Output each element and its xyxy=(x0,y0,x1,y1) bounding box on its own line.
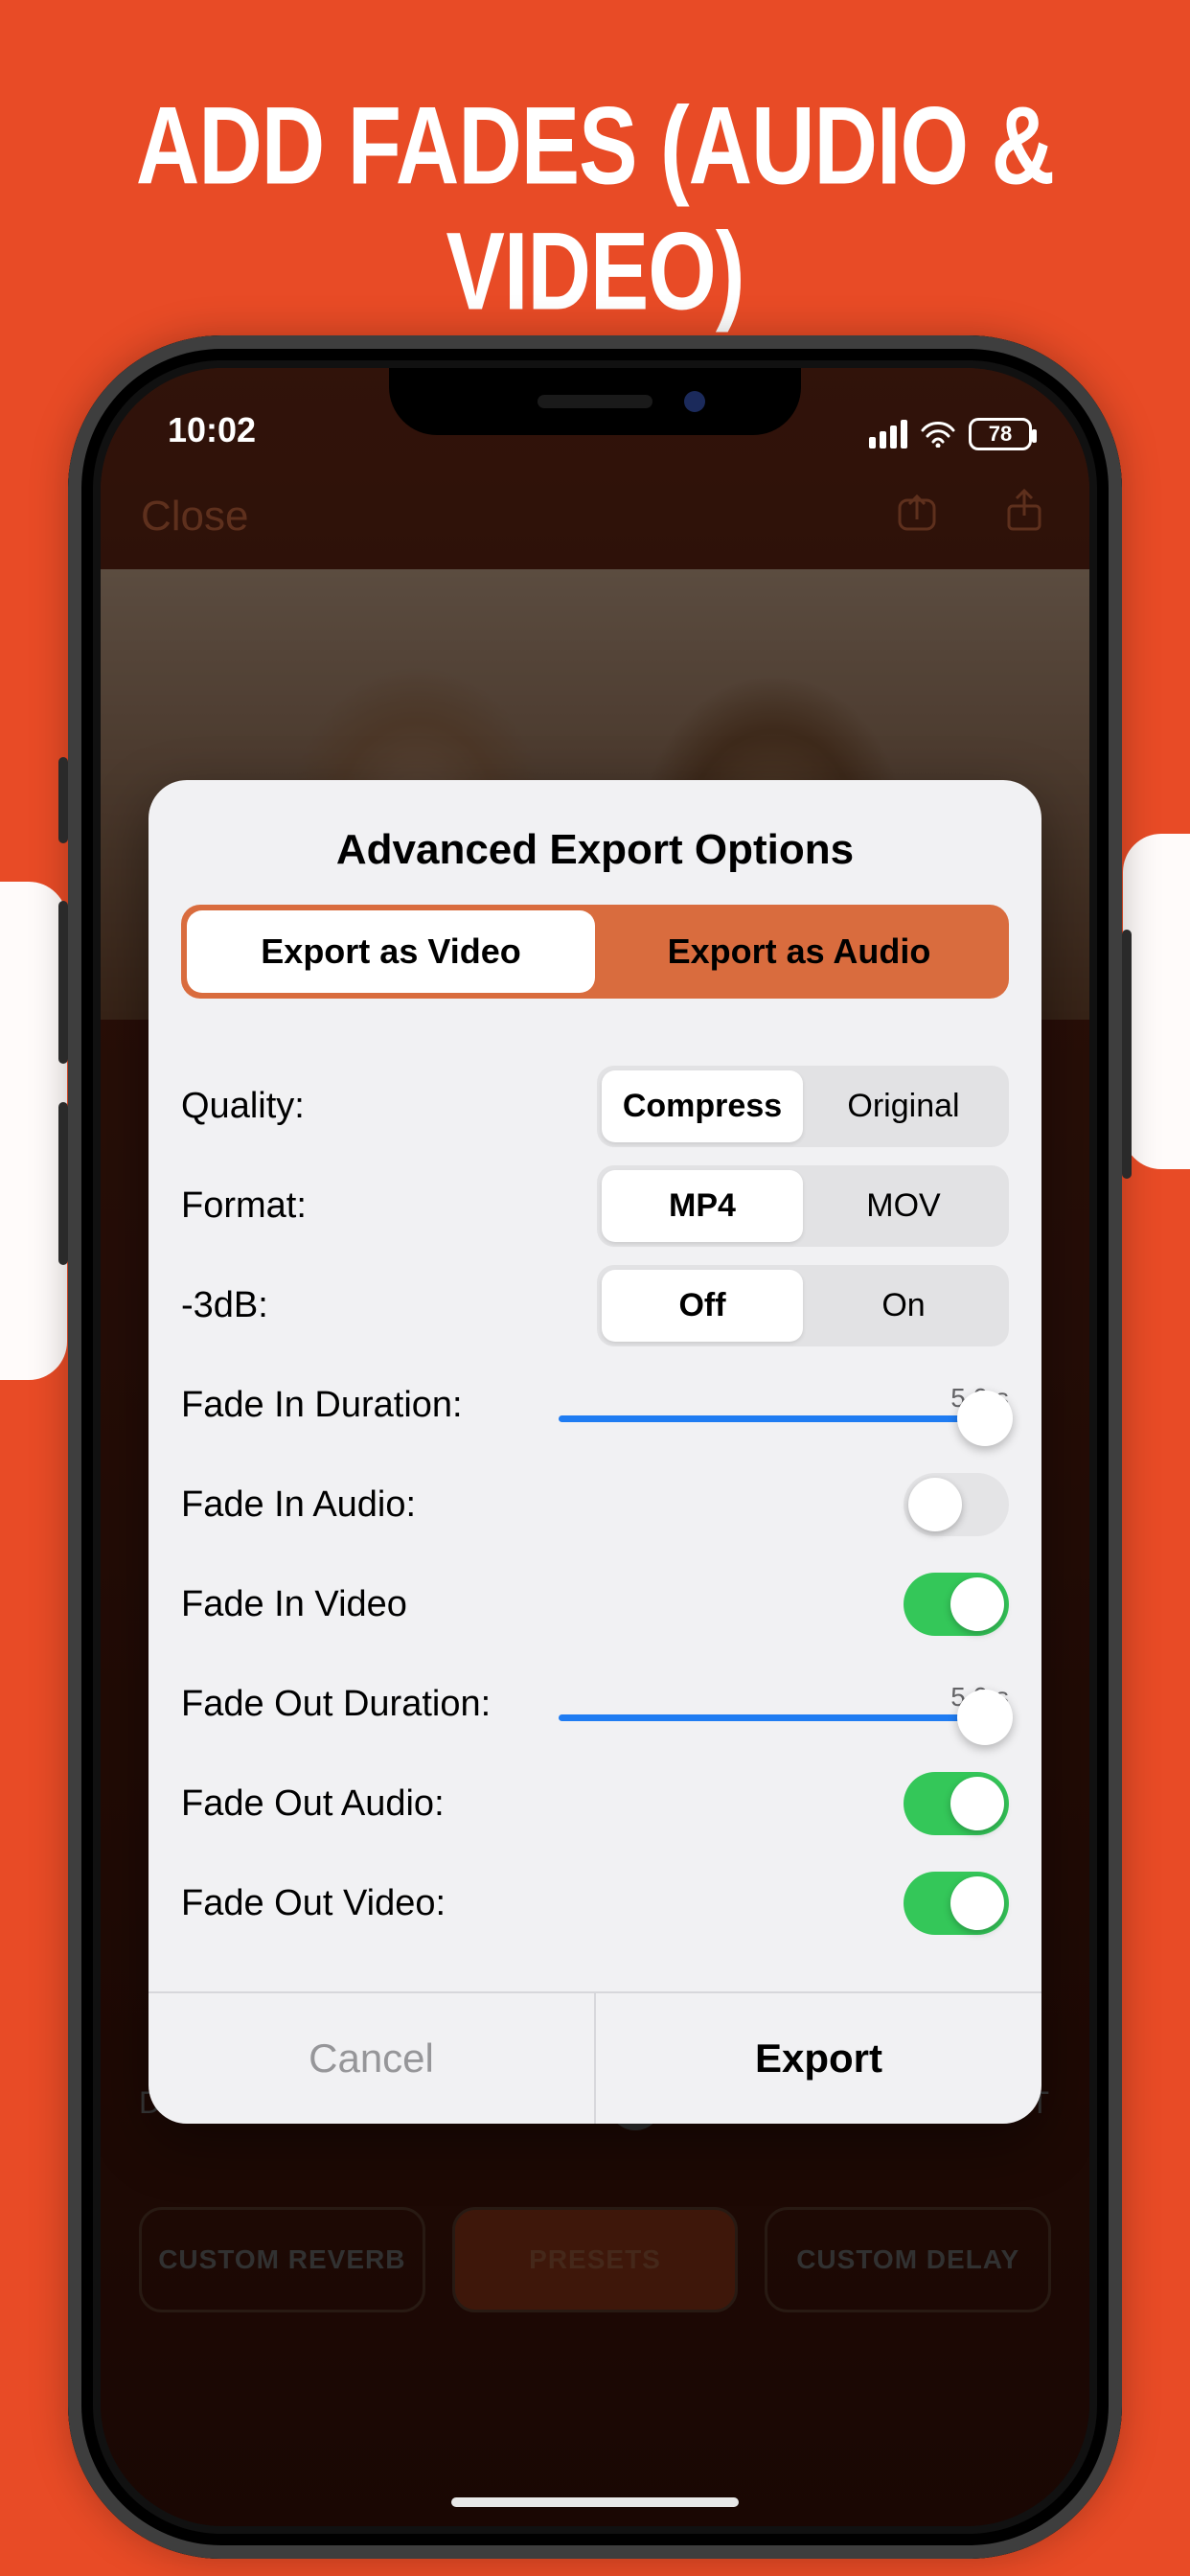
fade-out-video-toggle[interactable] xyxy=(904,1872,1009,1935)
status-time: 10:02 xyxy=(168,410,256,450)
battery-indicator: 78 xyxy=(969,418,1032,450)
fade-in-video-label: Fade In Video xyxy=(181,1584,407,1625)
decorative-wave-left xyxy=(0,882,67,1380)
fade-out-audio-toggle[interactable] xyxy=(904,1772,1009,1835)
promo-headline: ADD FADES (AUDIO & VIDEO) xyxy=(0,0,1190,335)
phone-side-button xyxy=(58,757,68,843)
format-segmented[interactable]: MP4 MOV xyxy=(597,1165,1009,1247)
slider-thumb[interactable] xyxy=(957,1391,1013,1446)
phone-side-button xyxy=(58,901,68,1064)
fade-in-audio-toggle[interactable] xyxy=(904,1473,1009,1536)
fade-in-duration-slider[interactable]: 5.0 s xyxy=(559,1389,1009,1422)
fade-out-duration-label: Fade Out Duration: xyxy=(181,1684,491,1725)
minus3db-on[interactable]: On xyxy=(803,1270,1004,1342)
fade-in-duration-label: Fade In Duration: xyxy=(181,1385,463,1426)
format-mov[interactable]: MOV xyxy=(803,1170,1004,1242)
export-as-video-tab[interactable]: Export as Video xyxy=(187,910,595,993)
minus3db-label: -3dB: xyxy=(181,1285,268,1326)
fade-in-video-toggle[interactable] xyxy=(904,1573,1009,1636)
quality-compress[interactable]: Compress xyxy=(602,1070,803,1142)
quality-original[interactable]: Original xyxy=(803,1070,1004,1142)
export-options-modal: Advanced Export Options Export as Video … xyxy=(149,780,1041,2124)
phone-frame: 10:02 78 Close xyxy=(68,335,1122,2559)
fade-out-audio-label: Fade Out Audio: xyxy=(181,1783,445,1825)
fade-out-duration-slider[interactable]: 5.0 s xyxy=(559,1688,1009,1721)
minus3db-segmented[interactable]: Off On xyxy=(597,1265,1009,1346)
format-label: Format: xyxy=(181,1185,307,1227)
cellular-icon xyxy=(869,420,907,448)
slider-thumb[interactable] xyxy=(957,1690,1013,1745)
format-mp4[interactable]: MP4 xyxy=(602,1170,803,1242)
phone-screen: 10:02 78 Close xyxy=(101,368,1089,2526)
phone-notch xyxy=(389,368,801,435)
phone-side-button xyxy=(58,1102,68,1265)
phone-side-button xyxy=(1122,930,1132,1179)
export-mode-segmented[interactable]: Export as Video Export as Audio xyxy=(181,905,1009,999)
export-button[interactable]: Export xyxy=(596,1993,1041,2124)
fade-in-audio-label: Fade In Audio: xyxy=(181,1484,416,1526)
wifi-icon xyxy=(921,421,955,448)
quality-label: Quality: xyxy=(181,1086,305,1127)
fade-out-video-label: Fade Out Video: xyxy=(181,1883,446,1924)
cancel-button[interactable]: Cancel xyxy=(149,1993,596,2124)
modal-title: Advanced Export Options xyxy=(149,780,1041,905)
export-as-audio-tab[interactable]: Export as Audio xyxy=(595,910,1003,993)
quality-segmented[interactable]: Compress Original xyxy=(597,1066,1009,1147)
minus3db-off[interactable]: Off xyxy=(602,1270,803,1342)
home-indicator xyxy=(451,2497,739,2507)
decorative-wave-right xyxy=(1123,834,1190,1169)
